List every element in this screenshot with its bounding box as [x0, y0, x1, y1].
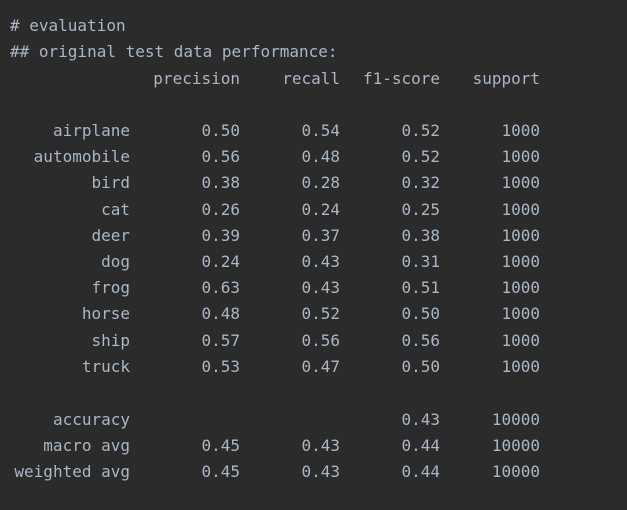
- row-label: ship: [91, 330, 130, 350]
- recall-value: 0.56: [301, 330, 340, 350]
- support-value: 1000: [501, 225, 540, 245]
- report-header-row: precision recall f1-score support: [0, 69, 560, 89]
- precision-value: 0.57: [201, 330, 240, 350]
- precision-value: 0.53: [201, 356, 240, 376]
- row-label: dog: [101, 252, 130, 271]
- precision-value: 0.26: [201, 199, 240, 219]
- recall-value: 0.43: [301, 436, 340, 456]
- row-label: accuracy: [52, 410, 130, 429]
- f1-score-value: 0.50: [401, 304, 440, 324]
- recall-value: 0.48: [301, 147, 340, 167]
- report-row: weighted avg 0.45 0.43 0.44 10000: [0, 462, 560, 482]
- row-label: frog: [91, 278, 130, 298]
- f1-score-value: 0.31: [401, 252, 440, 271]
- f1-score-value: 0.52: [401, 147, 440, 167]
- f1-score-value: 0.44: [401, 436, 440, 456]
- report-row: deer 0.39 0.37 0.38 1000: [0, 226, 560, 246]
- recall-value: 0.37: [301, 225, 340, 245]
- header-precision: precision: [153, 69, 240, 88]
- recall-value: 0.24: [301, 199, 340, 219]
- support-value: 1000: [501, 252, 540, 271]
- precision-value: 0.45: [201, 436, 240, 456]
- support-value: 1000: [501, 121, 540, 140]
- recall-value: 0.43: [301, 462, 340, 482]
- heading-test-performance: ## original test data performance:: [10, 42, 338, 61]
- recall-value: 0.28: [301, 173, 340, 193]
- report-row: bird 0.38 0.28 0.32 1000: [0, 173, 560, 193]
- recall-value: 0.47: [301, 356, 340, 376]
- row-label: weighted avg: [14, 462, 130, 482]
- report-row: accuracy 0.43 10000: [0, 410, 560, 430]
- row-label: deer: [91, 225, 130, 245]
- report-row: truck 0.53 0.47 0.50 1000: [0, 357, 560, 377]
- row-label: horse: [81, 304, 130, 324]
- support-value: 1000: [501, 356, 540, 376]
- row-label: automobile: [33, 147, 130, 167]
- f1-score-value: 0.56: [401, 330, 440, 350]
- report-row: automobile 0.56 0.48 0.52 1000: [0, 147, 560, 167]
- support-value: 1000: [501, 304, 540, 324]
- report-row: horse 0.48 0.52 0.50 1000: [0, 304, 560, 324]
- report-row: dog 0.24 0.43 0.31 1000: [0, 252, 560, 272]
- support-value: 1000: [501, 199, 540, 219]
- precision-value: 0.48: [201, 304, 240, 324]
- f1-score-value: 0.50: [401, 356, 440, 376]
- support-value: 10000: [491, 436, 540, 456]
- console-output: # evaluation ## original test data perfo…: [0, 0, 627, 510]
- row-label: truck: [81, 356, 130, 376]
- row-label: macro avg: [43, 436, 130, 456]
- report-row: airplane 0.50 0.54 0.52 1000: [0, 121, 560, 141]
- f1-score-value: 0.52: [401, 121, 440, 140]
- header-recall: recall: [282, 69, 340, 88]
- support-value: 10000: [491, 462, 540, 482]
- support-value: 1000: [501, 330, 540, 350]
- header-f1-score: f1-score: [362, 69, 440, 88]
- recall-value: 0.52: [301, 304, 340, 324]
- support-value: 10000: [491, 410, 540, 429]
- support-value: 1000: [501, 278, 540, 298]
- precision-value: 0.38: [201, 173, 240, 193]
- report-row: frog 0.63 0.43 0.51 1000: [0, 278, 560, 298]
- f1-score-value: 0.32: [401, 173, 440, 193]
- precision-value: 0.45: [201, 462, 240, 482]
- precision-value: 0.63: [201, 278, 240, 298]
- report-row: macro avg 0.45 0.43 0.44 10000: [0, 436, 560, 456]
- f1-score-value: 0.44: [401, 462, 440, 482]
- heading-evaluation: # evaluation: [10, 16, 126, 35]
- row-label: bird: [91, 173, 130, 193]
- precision-value: 0.56: [201, 147, 240, 167]
- header-support: support: [472, 69, 540, 88]
- f1-score-value: 0.51: [401, 278, 440, 298]
- f1-score-value: 0.43: [401, 410, 440, 429]
- f1-score-value: 0.25: [401, 199, 440, 219]
- row-label: cat: [101, 199, 130, 219]
- precision-value: 0.50: [201, 121, 240, 140]
- row-label: airplane: [52, 121, 130, 140]
- report-row: ship 0.57 0.56 0.56 1000: [0, 331, 560, 351]
- precision-value: 0.24: [201, 252, 240, 271]
- support-value: 1000: [501, 147, 540, 167]
- recall-value: 0.54: [301, 121, 340, 140]
- recall-value: 0.43: [301, 278, 340, 298]
- support-value: 1000: [501, 173, 540, 193]
- recall-value: 0.43: [301, 252, 340, 271]
- f1-score-value: 0.38: [401, 225, 440, 245]
- precision-value: 0.39: [201, 225, 240, 245]
- report-row: cat 0.26 0.24 0.25 1000: [0, 200, 560, 220]
